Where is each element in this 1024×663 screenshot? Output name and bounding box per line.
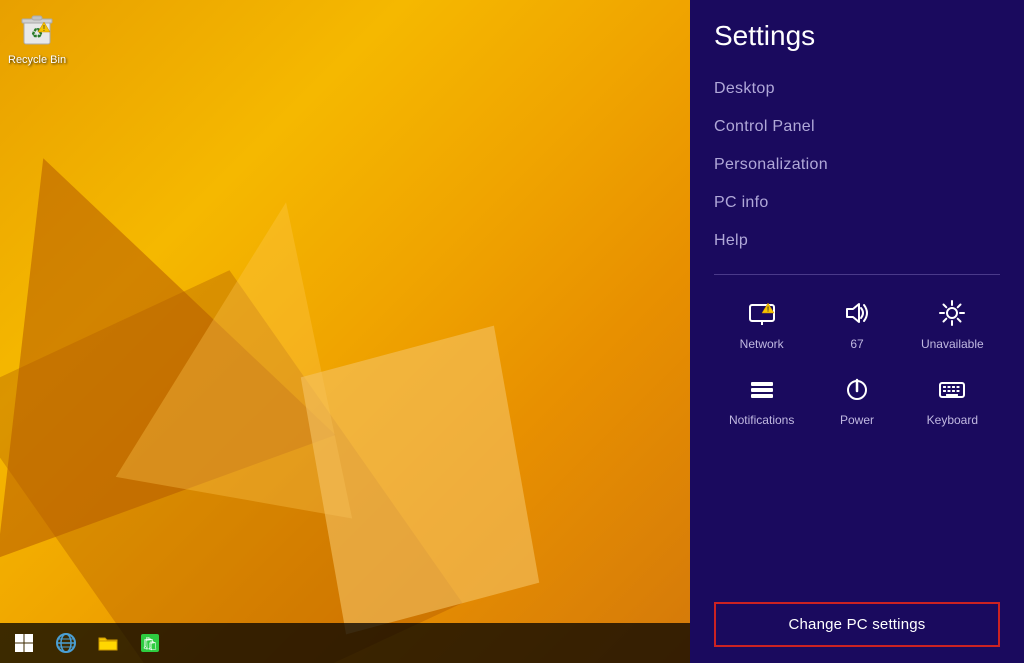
settings-menu: Desktop Control Panel Personalization PC… — [714, 70, 1000, 260]
volume-icon-item[interactable]: 67 — [809, 291, 904, 359]
network-icon: ! — [748, 299, 776, 331]
power-icon — [843, 375, 871, 407]
settings-item-desktop[interactable]: Desktop — [714, 70, 1000, 108]
svg-text:!: ! — [766, 307, 768, 314]
start-button[interactable] — [4, 625, 44, 661]
settings-divider — [714, 274, 1000, 275]
notifications-icon-item[interactable]: Notifications — [714, 367, 809, 435]
volume-icon — [843, 299, 871, 331]
keyboard-icon-item[interactable]: Keyboard — [905, 367, 1000, 435]
recycle-bin-icon[interactable]: ♻ ! Recycle Bin — [8, 8, 66, 66]
recycle-bin-graphic: ♻ ! — [16, 8, 58, 50]
brightness-icon-item[interactable]: Unavailable — [905, 291, 1000, 359]
windows-logo-icon — [14, 633, 34, 653]
folder-icon — [97, 632, 119, 654]
store-button[interactable]: 🛍 — [130, 625, 170, 661]
settings-icons-grid: ! Network 67 — [714, 291, 1000, 435]
notifications-icon — [748, 375, 776, 407]
change-pc-settings-button[interactable]: Change PC settings — [714, 602, 1000, 647]
file-manager-button[interactable] — [88, 625, 128, 661]
recycle-bin-label: Recycle Bin — [8, 54, 66, 66]
power-icon-item[interactable]: Power — [809, 367, 904, 435]
settings-item-help[interactable]: Help — [714, 222, 1000, 260]
ie-button[interactable] — [46, 625, 86, 661]
settings-item-control-panel[interactable]: Control Panel — [714, 108, 1000, 146]
volume-label: 67 — [850, 337, 863, 351]
notifications-label: Notifications — [729, 413, 794, 427]
ie-icon — [55, 632, 77, 654]
settings-item-personalization[interactable]: Personalization — [714, 146, 1000, 184]
desktop: ♻ ! Recycle Bin — [0, 0, 690, 663]
taskbar: 🛍 — [0, 623, 690, 663]
brightness-icon — [938, 299, 966, 331]
brightness-label: Unavailable — [921, 337, 984, 351]
settings-panel: Settings Desktop Control Panel Personali… — [690, 0, 1024, 663]
svg-text:!: ! — [43, 24, 45, 33]
network-icon-item[interactable]: ! Network — [714, 291, 809, 359]
power-label: Power — [840, 413, 874, 427]
svg-text:🛍: 🛍 — [142, 636, 159, 651]
settings-title: Settings — [714, 20, 1000, 52]
settings-item-pc-info[interactable]: PC info — [714, 184, 1000, 222]
store-icon: 🛍 — [139, 632, 161, 654]
network-label: Network — [740, 337, 784, 351]
keyboard-label: Keyboard — [927, 413, 978, 427]
keyboard-icon — [938, 375, 966, 407]
